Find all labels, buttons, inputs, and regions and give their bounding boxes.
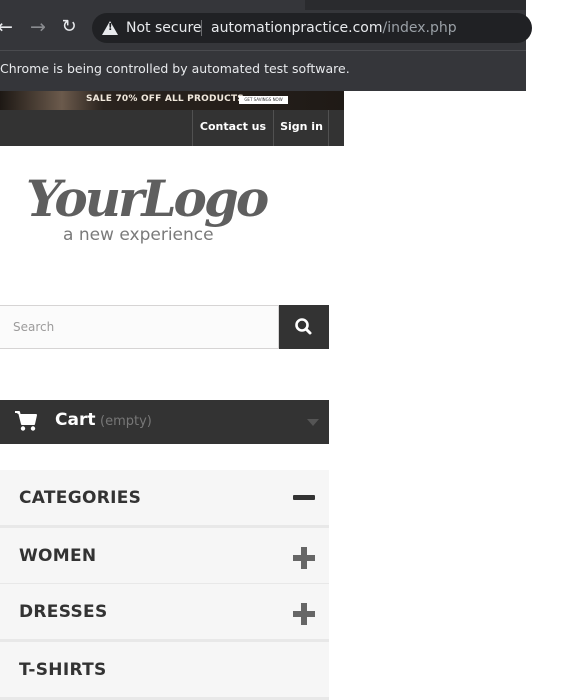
- category-label[interactable]: DRESSES: [19, 602, 108, 622]
- contact-us-link[interactable]: Contact us: [192, 110, 273, 146]
- banner-button[interactable]: GET SAVINGS NOW: [239, 96, 288, 104]
- category-item-dresses[interactable]: DRESSES: [0, 584, 329, 642]
- automation-infobar: Chrome is being controlled by automated …: [0, 61, 350, 76]
- site-logo[interactable]: YourLogo a new experience: [22, 164, 292, 246]
- browser-chrome: ← → ↻ ! Not secure automationpractice.co…: [0, 0, 532, 91]
- category-label[interactable]: WOMEN: [19, 546, 96, 566]
- cart-status: (empty): [100, 414, 152, 429]
- back-arrow-icon[interactable]: ←: [0, 16, 16, 38]
- tab-strip: [305, 0, 526, 10]
- cart-block[interactable]: Cart (empty): [0, 400, 329, 444]
- search-icon: [295, 318, 312, 335]
- warning-icon: !: [102, 21, 118, 35]
- cart-label: Cart: [55, 410, 96, 430]
- url-host: automationpractice.com: [211, 20, 383, 36]
- reload-icon[interactable]: ↻: [58, 16, 80, 38]
- categories-header[interactable]: CATEGORIES: [0, 470, 329, 528]
- logo-main-text: YourLogo: [26, 169, 268, 228]
- url-text[interactable]: automationpractice.com/index.php: [211, 13, 457, 43]
- url-path: /index.php: [382, 20, 457, 36]
- categories-block: CATEGORIES WOMEN DRESSES T-SHIRTS: [0, 470, 329, 700]
- chevron-down-icon[interactable]: [307, 419, 319, 426]
- plus-icon[interactable]: [293, 603, 315, 625]
- category-item-tshirts[interactable]: T-SHIRTS: [0, 642, 329, 700]
- infobar-divider: [0, 50, 526, 51]
- address-divider: [201, 20, 202, 36]
- nav-divider: [328, 110, 329, 146]
- search-input[interactable]: [0, 306, 283, 348]
- security-label[interactable]: Not secure: [126, 13, 202, 43]
- category-label[interactable]: T-SHIRTS: [19, 660, 107, 680]
- search-box: [0, 305, 283, 349]
- address-bar[interactable]: ! Not secure automationpractice.com/inde…: [92, 13, 532, 43]
- banner-text: SALE 70% OFF ALL PRODUCTS: [86, 94, 244, 104]
- minus-icon[interactable]: [293, 495, 315, 500]
- search-button[interactable]: [279, 305, 329, 349]
- header-nav: Contact us Sign in: [0, 110, 344, 146]
- category-item-women[interactable]: WOMEN: [0, 528, 329, 586]
- categories-title: CATEGORIES: [19, 488, 142, 508]
- sign-in-link[interactable]: Sign in: [273, 110, 329, 146]
- forward-arrow-icon[interactable]: →: [27, 16, 49, 38]
- plus-icon[interactable]: [293, 547, 315, 569]
- cart-icon: [15, 411, 37, 431]
- promo-banner[interactable]: SALE 70% OFF ALL PRODUCTS GET SAVINGS NO…: [0, 91, 344, 110]
- logo-tagline: a new experience: [63, 225, 214, 245]
